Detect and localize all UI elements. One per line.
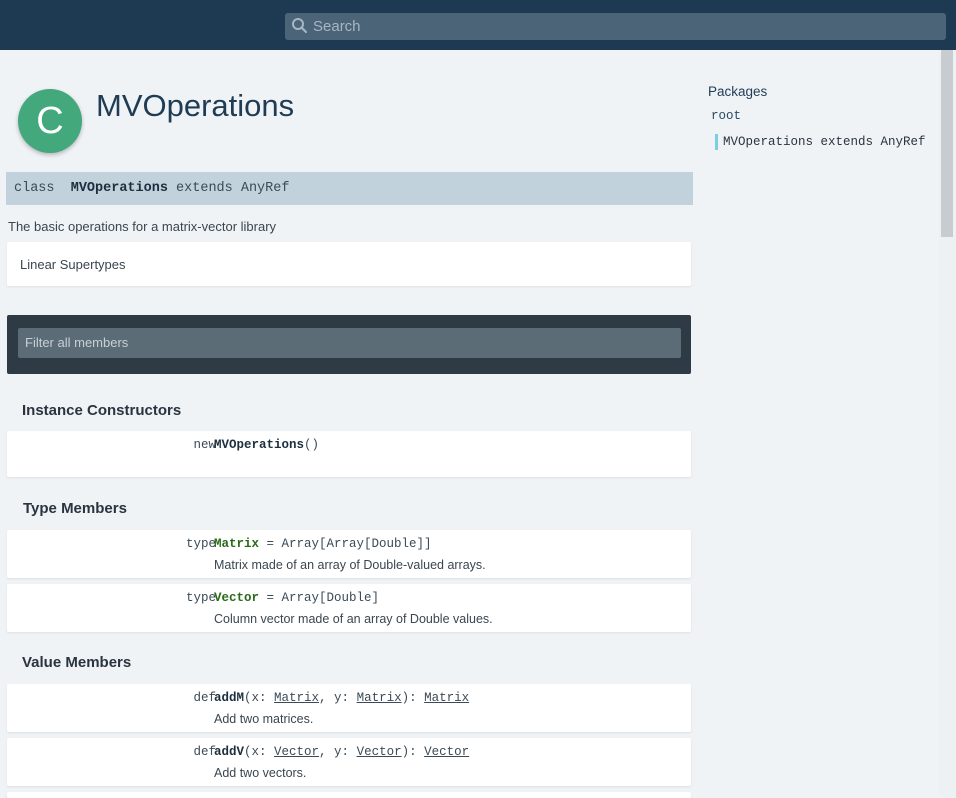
param-text: ): (401, 691, 425, 705)
section-title-type-members: Type Members (23, 500, 127, 517)
package-current-entry[interactable]: MVOperations extends AnyRef (715, 134, 926, 150)
param-text: (x: (244, 745, 275, 759)
member-name: Matrix (214, 537, 260, 551)
member-signature: addM(x: Matrix, y: Matrix): Matrix (214, 691, 469, 705)
member-params: () (304, 438, 320, 452)
member-row[interactable] (7, 792, 691, 798)
class-description: The basic operations for a matrix-vector… (8, 219, 277, 234)
member-row[interactable]: def addM(x: Matrix, y: Matrix): Matrix A… (7, 684, 691, 732)
section-title-instance-constructors: Instance Constructors (22, 402, 182, 419)
member-signature: MVOperations() (214, 438, 319, 452)
search-input[interactable]: Search (285, 13, 946, 40)
member-signature: Vector = Array[Double] (214, 591, 379, 605)
class-signature: class MVOperations extends AnyRef (14, 181, 289, 196)
linear-supertypes-label: Linear Supertypes (20, 257, 126, 272)
member-row[interactable]: def addV(x: Vector, y: Vector): Vector A… (7, 738, 691, 786)
top-bar: Search (0, 0, 956, 50)
signature-rest: extends AnyRef (176, 181, 290, 196)
filter-members-input[interactable]: Filter all members (18, 328, 681, 358)
member-keyword: type (185, 591, 216, 605)
section-title-value-members: Value Members (22, 654, 132, 671)
member-description: Matrix made of an array of Double-valued… (214, 558, 486, 572)
param-text: , y: (319, 745, 357, 759)
filter-placeholder: Filter all members (25, 335, 129, 350)
member-name: addM (214, 691, 245, 705)
member-row[interactable]: type Matrix = Array[Array[Double]] Matri… (7, 530, 691, 578)
member-name: addV (214, 745, 245, 759)
member-keyword: new (193, 438, 216, 452)
filter-panel: Filter all members (7, 315, 691, 374)
param-text: , y: (319, 691, 357, 705)
member-signature: addV(x: Vector, y: Vector): Vector (214, 745, 469, 759)
package-root-link[interactable]: root (711, 109, 741, 123)
member-signature: Matrix = Array[Array[Double]] (214, 537, 432, 551)
type-link[interactable]: Vector (274, 745, 319, 759)
param-text: ): (401, 745, 425, 759)
member-definition: = Array[Array[Double]] (259, 537, 432, 551)
member-definition: = Array[Double] (259, 591, 380, 605)
packages-title: Packages (708, 84, 768, 99)
member-keyword: type (185, 537, 216, 551)
return-type-link[interactable]: Vector (424, 745, 469, 759)
member-description: Column vector made of an array of Double… (214, 612, 493, 626)
param-text: (x: (244, 691, 275, 705)
member-name: MVOperations (214, 438, 305, 452)
member-row[interactable]: new MVOperations() (7, 431, 691, 477)
search-icon (292, 18, 308, 34)
signature-name: MVOperations (70, 181, 168, 196)
type-link[interactable]: Matrix (357, 691, 402, 705)
scrollbar-thumb[interactable] (941, 50, 953, 237)
page-title: MVOperations (96, 88, 295, 123)
member-name: Vector (214, 591, 260, 605)
member-keyword: def (193, 691, 216, 705)
search-placeholder: Search (313, 18, 361, 35)
return-type-link[interactable]: Matrix (424, 691, 469, 705)
member-description: Add two vectors. (214, 766, 307, 780)
type-link[interactable]: Matrix (274, 691, 319, 705)
member-keyword: def (193, 745, 216, 759)
member-description: Add two matrices. (214, 712, 314, 726)
signature-keyword: class (14, 181, 55, 196)
class-badge: C (18, 89, 82, 153)
signature-bar: class MVOperations extends AnyRef (6, 172, 693, 205)
type-link[interactable]: Vector (357, 745, 402, 759)
member-row[interactable]: type Vector = Array[Double] Column vecto… (7, 584, 691, 632)
linear-supertypes-toggle[interactable]: Linear Supertypes (7, 242, 691, 286)
